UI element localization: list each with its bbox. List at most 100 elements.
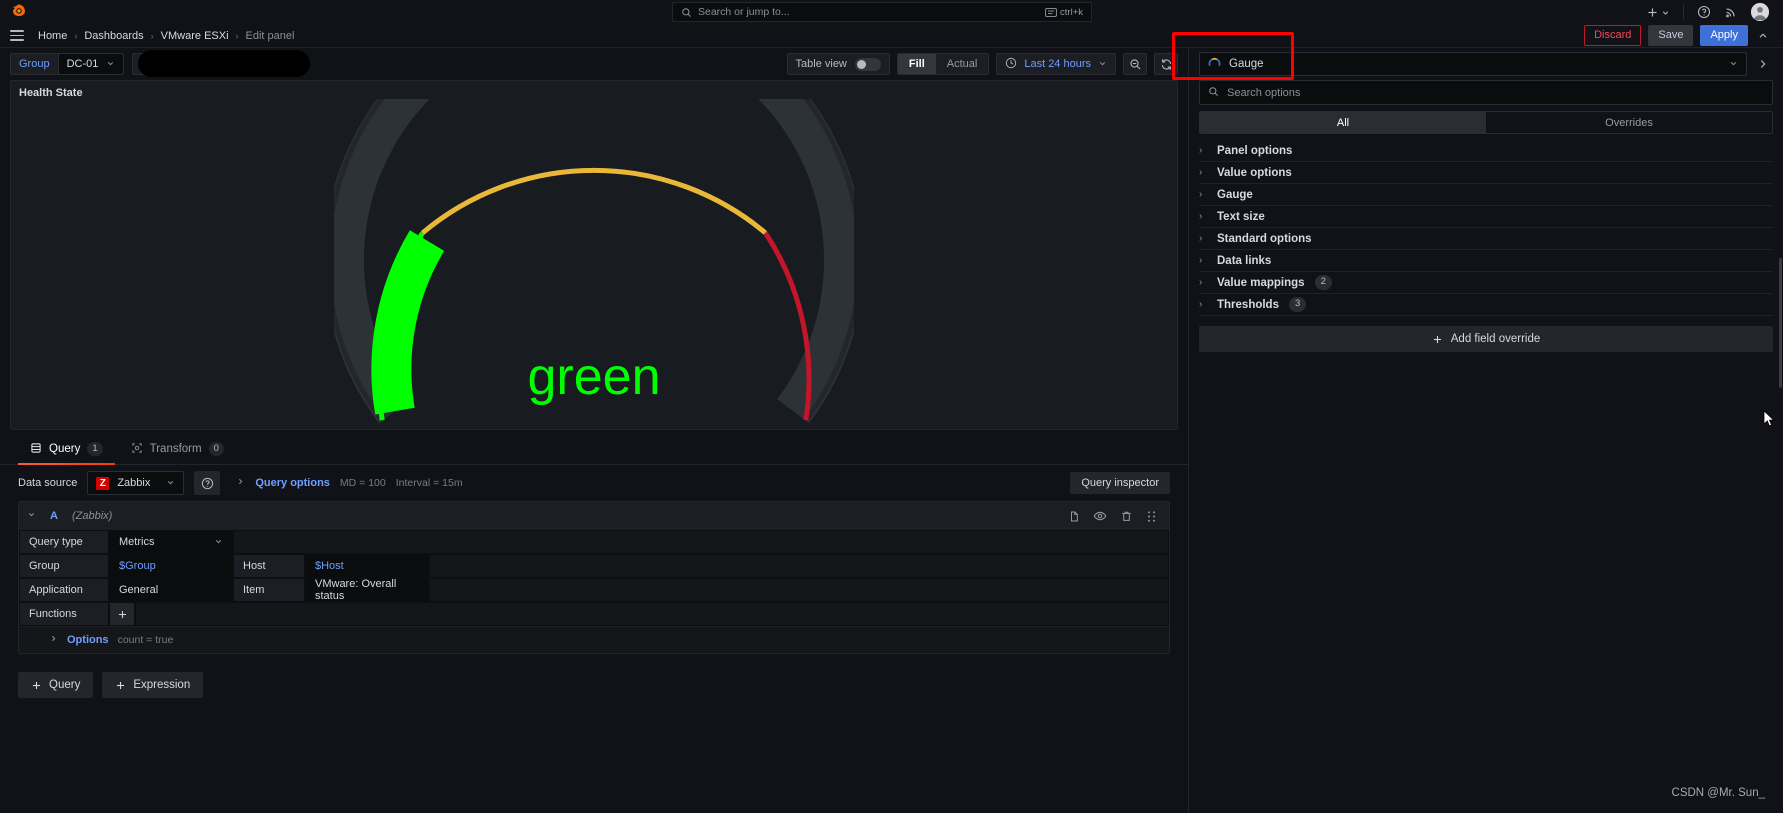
- time-range-picker[interactable]: Last 24 hours: [996, 53, 1116, 75]
- query-host-input[interactable]: $Host: [305, 554, 429, 578]
- add-query-button[interactable]: Query: [18, 672, 94, 698]
- visualization-picker-row: Gauge: [1172, 32, 1783, 80]
- query-datasource-hint: (Zabbix): [71, 510, 113, 522]
- chevron-down-icon: [214, 537, 223, 548]
- hamburger-menu-icon[interactable]: [10, 30, 24, 41]
- query-type-select[interactable]: Metrics: [109, 530, 233, 554]
- actual-option[interactable]: Actual: [936, 54, 989, 74]
- apply-button[interactable]: Apply: [1700, 24, 1748, 47]
- plus-icon[interactable]: [1646, 6, 1670, 19]
- query-group-host-row: Group $Group Host $Host: [19, 554, 1169, 578]
- breadcrumb-item-dashboards[interactable]: Dashboards: [84, 30, 143, 42]
- panel-toolbar-right: Table view Fill Actual Last 24 hours: [786, 53, 1178, 75]
- option-section-label: Standard options: [1217, 232, 1312, 245]
- interval-value: Interval = 15m: [395, 477, 463, 489]
- options-section-list: › Panel options › Value options › Gauge …: [1199, 140, 1773, 316]
- value-mappings-count-badge: 2: [1314, 275, 1332, 290]
- option-section-label: Panel options: [1217, 144, 1293, 157]
- query-application-item-filler: [429, 578, 1169, 602]
- query-options-link[interactable]: Query options: [255, 477, 330, 489]
- chevron-right-icon: ›: [1199, 255, 1203, 266]
- transform-icon: [131, 442, 143, 457]
- gauge-chart: green: [11, 99, 1177, 429]
- top-nav-actions: [1646, 3, 1773, 21]
- chevron-right-icon[interactable]: [49, 634, 58, 646]
- option-section-label: Text size: [1217, 210, 1265, 223]
- table-view-toggle[interactable]: Table view: [786, 53, 890, 75]
- options-scrollbar[interactable]: [1779, 258, 1782, 388]
- add-function-plus-icon[interactable]: [109, 602, 135, 626]
- help-circle-icon[interactable]: [1697, 5, 1711, 19]
- option-section-value-mappings[interactable]: › Value mappings 2: [1199, 272, 1773, 294]
- add-expression-label: Expression: [133, 679, 191, 691]
- chevron-up-icon[interactable]: [1755, 30, 1771, 42]
- query-type-row-filler: [233, 530, 1169, 554]
- option-section-value-options[interactable]: › Value options: [1199, 162, 1773, 184]
- option-section-data-links[interactable]: › Data links: [1199, 250, 1773, 272]
- option-section-panel-options[interactable]: › Panel options: [1199, 140, 1773, 162]
- tab-overrides[interactable]: Overrides: [1486, 112, 1772, 133]
- query-inspector-button[interactable]: Query inspector: [1070, 472, 1170, 494]
- tab-query-count: 1: [87, 441, 103, 457]
- add-query-label: Query: [49, 679, 81, 691]
- fill-option[interactable]: Fill: [897, 54, 936, 74]
- search-shortcut-hint: ctrl+k: [1045, 7, 1083, 18]
- options-search-input[interactable]: Search options: [1199, 80, 1773, 105]
- query-application-input[interactable]: General: [109, 578, 233, 602]
- option-section-standard-options[interactable]: › Standard options: [1199, 228, 1773, 250]
- avatar-icon[interactable]: [1751, 3, 1769, 21]
- delete-query-icon[interactable]: [1120, 510, 1133, 523]
- query-functions-row: Functions: [19, 602, 1169, 626]
- visualization-name: Gauge: [1229, 58, 1264, 70]
- query-type-row: Query type Metrics: [19, 530, 1169, 554]
- option-section-text-size[interactable]: › Text size: [1199, 206, 1773, 228]
- grafana-edit-panel-app: Search or jump to... ctrl+k Home › Dashb…: [0, 0, 1783, 813]
- gauge-value-text: green: [527, 348, 661, 406]
- chevron-right-icon[interactable]: [236, 477, 245, 489]
- rss-icon[interactable]: [1724, 5, 1738, 19]
- variable-group: Group DC-01: [10, 53, 125, 75]
- breadcrumb-item-home[interactable]: Home: [38, 30, 67, 42]
- variable-group-value[interactable]: DC-01: [57, 53, 125, 75]
- options-search-placeholder: Search options: [1227, 86, 1301, 99]
- variable-group-value-text: DC-01: [66, 58, 99, 70]
- add-field-override-button[interactable]: Add field override: [1199, 326, 1773, 352]
- query-item-input[interactable]: VMware: Overall status: [305, 578, 429, 602]
- chevron-right-icon[interactable]: [1753, 58, 1773, 70]
- query-options-toggle[interactable]: Options: [67, 634, 109, 646]
- discard-button[interactable]: Discard: [1584, 24, 1642, 47]
- breadcrumb-bar: Home › Dashboards › VMware ESXi › Edit p…: [0, 24, 1783, 48]
- add-expression-button[interactable]: Expression: [102, 672, 204, 698]
- gauge-viz-icon: [1208, 56, 1221, 72]
- visualization-picker[interactable]: Gauge: [1199, 52, 1747, 76]
- query-group-input[interactable]: $Group: [109, 554, 233, 578]
- option-section-gauge[interactable]: › Gauge: [1199, 184, 1773, 206]
- breadcrumb-item-vmware-esxi[interactable]: VMware ESXi: [161, 30, 229, 42]
- query-ref-id[interactable]: A: [50, 510, 58, 522]
- options-scroll-area: Search options All Overrides › Panel opt…: [1189, 80, 1783, 813]
- top-navigation-bar: Search or jump to... ctrl+k: [0, 0, 1783, 24]
- table-view-switch[interactable]: [854, 57, 881, 71]
- datasource-picker[interactable]: Z Zabbix: [87, 471, 185, 495]
- save-button[interactable]: Save: [1648, 24, 1694, 47]
- option-section-label: Gauge: [1217, 188, 1253, 201]
- tab-transform[interactable]: Transform 0: [119, 434, 236, 464]
- hide-query-icon[interactable]: [1093, 509, 1107, 523]
- grafana-logo-icon[interactable]: [10, 3, 28, 21]
- query-options-meta: count = true: [117, 634, 174, 646]
- zoom-out-icon[interactable]: [1123, 53, 1147, 75]
- duplicate-query-icon[interactable]: [1067, 510, 1080, 523]
- drag-handle-icon[interactable]: [1146, 510, 1157, 523]
- add-field-override-label: Add field override: [1450, 333, 1541, 345]
- datasource-help-circle-icon[interactable]: [194, 471, 221, 495]
- option-section-label: Value mappings: [1217, 276, 1305, 289]
- query-group-host-filler: [429, 554, 1169, 578]
- tab-query[interactable]: Query 1: [18, 434, 115, 465]
- query-functions-label: Functions: [19, 602, 109, 626]
- variable-group-label: Group: [10, 53, 58, 75]
- option-section-thresholds[interactable]: › Thresholds 3: [1199, 294, 1773, 316]
- global-search-input[interactable]: Search or jump to... ctrl+k: [672, 2, 1092, 22]
- tab-all[interactable]: All: [1200, 112, 1486, 133]
- chevron-down-icon[interactable]: [27, 510, 36, 522]
- refresh-icon[interactable]: [1154, 53, 1178, 75]
